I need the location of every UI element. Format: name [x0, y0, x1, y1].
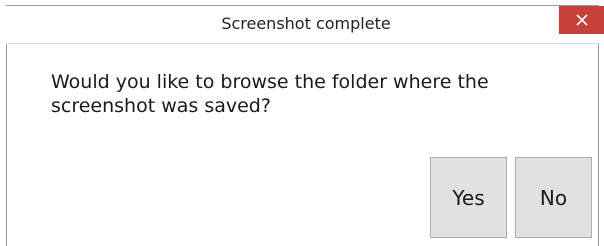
- no-button[interactable]: No: [515, 157, 592, 238]
- dialog-title: Screenshot complete: [221, 14, 391, 33]
- screenshot-complete-dialog: Screenshot complete Would you like to br…: [0, 0, 604, 246]
- title-bar: Screenshot complete: [6, 5, 604, 43]
- yes-button[interactable]: Yes: [430, 157, 507, 238]
- title-divider: [6, 43, 599, 44]
- close-button[interactable]: [559, 6, 604, 34]
- dialog-message: Would you like to browse the folder wher…: [51, 71, 489, 117]
- close-icon: [575, 14, 588, 26]
